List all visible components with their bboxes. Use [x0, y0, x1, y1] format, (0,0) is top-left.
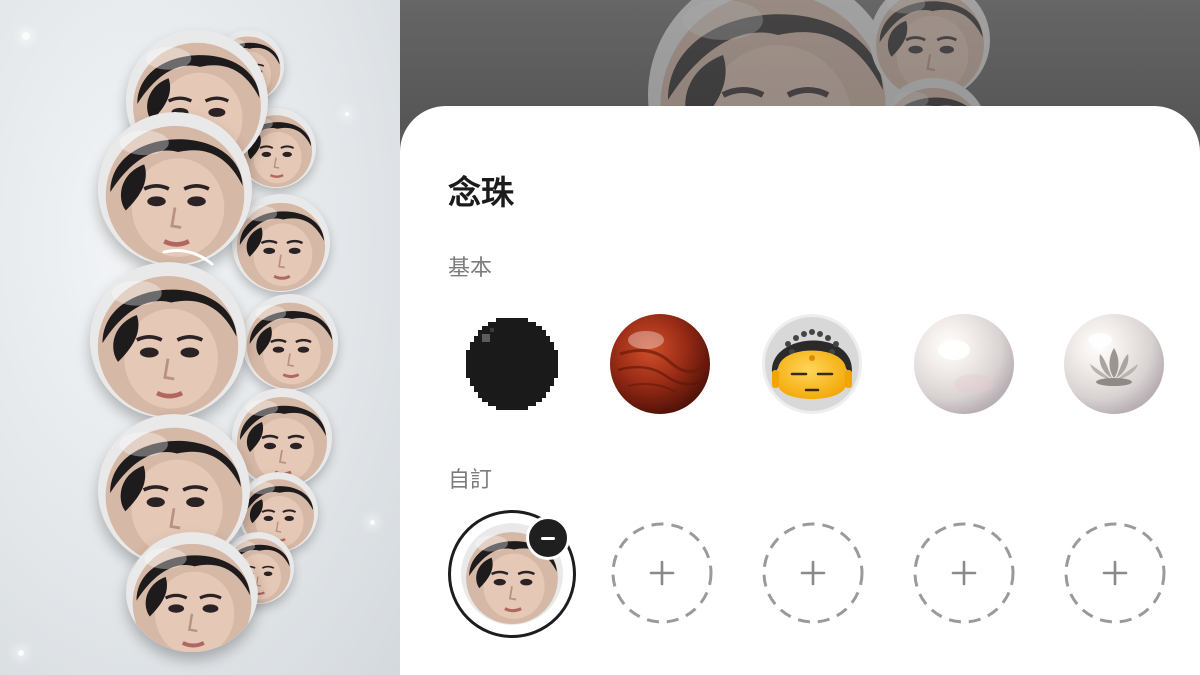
buddha-emoji-bead-icon[interactable]: [762, 314, 862, 414]
bead-picker-panel: 念珠 基本 自訂: [400, 0, 1200, 675]
lotus-pearl-bead-icon[interactable]: [1064, 314, 1164, 414]
add-custom-bead-button[interactable]: [611, 522, 713, 624]
plus-icon: [1064, 522, 1166, 624]
add-custom-bead-button[interactable]: [913, 522, 1015, 624]
rosewood-bead-icon[interactable]: [610, 314, 710, 414]
sparkle-decoration: [18, 650, 24, 656]
photo-face-bead-icon: [126, 532, 258, 652]
section-label-custom: 自訂: [448, 468, 493, 493]
plus-icon: [762, 522, 864, 624]
sheet-title: 念珠: [448, 173, 514, 212]
bead-picker-sheet: 念珠 基本 自訂: [400, 106, 1200, 675]
pearl-bead-icon[interactable]: [914, 314, 1014, 414]
add-custom-bead-button[interactable]: [1064, 522, 1166, 624]
section-label-basic: 基本: [448, 256, 493, 281]
bead-string-arc-icon: [162, 249, 214, 266]
plus-icon: [913, 522, 1015, 624]
black-pixel-bead-icon[interactable]: [462, 314, 562, 414]
sparkle-decoration: [345, 112, 349, 116]
sparkle-decoration: [370, 520, 375, 525]
photo-face-bead-icon: [90, 262, 246, 418]
photo-face-bead-icon: [98, 112, 252, 266]
plus-icon: [611, 522, 713, 624]
add-custom-bead-button[interactable]: [762, 522, 864, 624]
minus-icon[interactable]: [526, 516, 570, 560]
bracelet-preview-panel: [0, 0, 400, 675]
photo-face-bead-icon: [242, 294, 338, 390]
sparkle-decoration: [22, 32, 30, 40]
